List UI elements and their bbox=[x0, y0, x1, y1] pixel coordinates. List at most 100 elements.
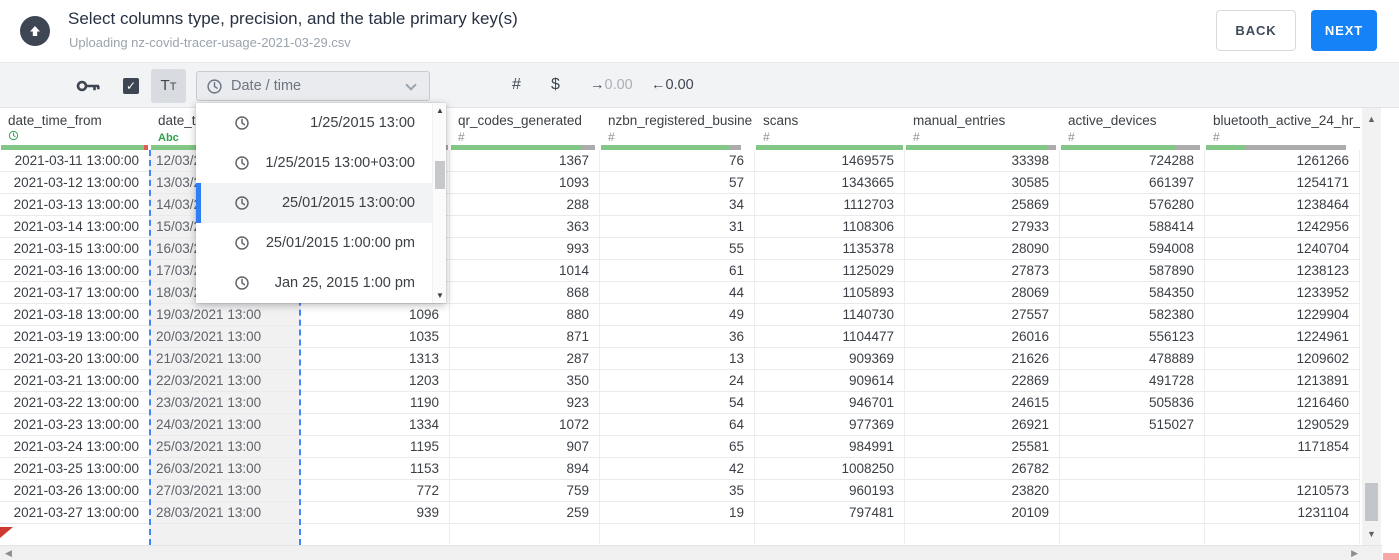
cell[interactable]: 584350 bbox=[1060, 282, 1205, 303]
cell[interactable]: 33398 bbox=[905, 150, 1060, 171]
cell[interactable] bbox=[1060, 480, 1205, 501]
cell[interactable]: 42 bbox=[600, 458, 755, 479]
cell[interactable]: 27/03/2021 13:00 bbox=[150, 480, 300, 501]
cell[interactable]: 259 bbox=[450, 502, 600, 523]
cell[interactable]: 772 bbox=[300, 480, 450, 501]
cell[interactable]: 1153 bbox=[300, 458, 450, 479]
cell[interactable]: 1238123 bbox=[1205, 260, 1360, 281]
cell[interactable]: 26/03/2021 13:00 bbox=[150, 458, 300, 479]
cell[interactable]: 28/03/2021 13:00 bbox=[150, 502, 300, 523]
column-header-date_time_from[interactable]: date_time_from bbox=[0, 108, 150, 145]
cell[interactable]: 21/03/2021 13:00 bbox=[150, 348, 300, 369]
cell[interactable] bbox=[1205, 458, 1360, 479]
cell[interactable]: 939 bbox=[300, 502, 450, 523]
cell[interactable]: 909614 bbox=[755, 370, 905, 391]
cell[interactable]: 505836 bbox=[1060, 392, 1205, 413]
cell[interactable]: 20109 bbox=[905, 502, 1060, 523]
cell[interactable]: 594008 bbox=[1060, 238, 1205, 259]
cell[interactable]: 34 bbox=[600, 194, 755, 215]
cell[interactable]: 61 bbox=[600, 260, 755, 281]
cell[interactable]: 1290529 bbox=[1205, 414, 1360, 435]
cell[interactable]: 1104477 bbox=[755, 326, 905, 347]
cell[interactable]: 44 bbox=[600, 282, 755, 303]
cell[interactable] bbox=[1060, 458, 1205, 479]
currency-type-icon[interactable]: $ bbox=[551, 63, 560, 107]
cell[interactable]: 2021-03-14 13:00:00 bbox=[0, 216, 150, 237]
back-button[interactable]: BACK bbox=[1216, 10, 1296, 51]
cell[interactable]: 2021-03-13 13:00:00 bbox=[0, 194, 150, 215]
cell[interactable]: 868 bbox=[450, 282, 600, 303]
cell[interactable]: 1343665 bbox=[755, 172, 905, 193]
decrease-decimal-icon[interactable]: ←0.00 bbox=[651, 63, 694, 107]
cell[interactable]: 1125029 bbox=[755, 260, 905, 281]
cell[interactable]: 1014 bbox=[450, 260, 600, 281]
cell[interactable]: 923 bbox=[450, 392, 600, 413]
cell[interactable]: 19/03/2021 13:00 bbox=[150, 304, 300, 325]
cell[interactable]: 28069 bbox=[905, 282, 1060, 303]
cell[interactable]: 1203 bbox=[300, 370, 450, 391]
cell[interactable]: 1035 bbox=[300, 326, 450, 347]
cell[interactable]: 28090 bbox=[905, 238, 1060, 259]
cell[interactable]: 491728 bbox=[1060, 370, 1205, 391]
cell[interactable]: 2021-03-20 13:00:00 bbox=[0, 348, 150, 369]
cell[interactable]: 909369 bbox=[755, 348, 905, 369]
boolean-type-checkbox-icon[interactable]: ✓ bbox=[123, 78, 139, 94]
cell[interactable]: 894 bbox=[450, 458, 600, 479]
cell[interactable]: 288 bbox=[450, 194, 600, 215]
next-button[interactable]: NEXT bbox=[1311, 10, 1377, 51]
column-header-bluetooth_active_24_hr_[interactable]: bluetooth_active_24_hr_ # bbox=[1205, 108, 1360, 145]
cell[interactable]: 35 bbox=[600, 480, 755, 501]
dropdown-scrollbar[interactable]: ▲ ▼ bbox=[432, 103, 446, 303]
cell[interactable]: 515027 bbox=[1060, 414, 1205, 435]
cell[interactable]: 2021-03-26 13:00:00 bbox=[0, 480, 150, 501]
cell[interactable]: 19 bbox=[600, 502, 755, 523]
cell[interactable]: 21626 bbox=[905, 348, 1060, 369]
dropdown-scrollbar-thumb[interactable] bbox=[435, 161, 445, 189]
datetime-format-select[interactable]: Date / time bbox=[196, 71, 430, 101]
cell[interactable]: 25581 bbox=[905, 436, 1060, 457]
cell[interactable]: 2021-03-12 13:00:00 bbox=[0, 172, 150, 193]
cell[interactable]: 993 bbox=[450, 238, 600, 259]
horizontal-scrollbar[interactable]: ◀ ▶ bbox=[0, 545, 1382, 560]
cell[interactable]: 23/03/2021 13:00 bbox=[150, 392, 300, 413]
cell[interactable]: 22/03/2021 13:00 bbox=[150, 370, 300, 391]
cell[interactable]: 36 bbox=[600, 326, 755, 347]
cell[interactable]: 1105893 bbox=[755, 282, 905, 303]
cell[interactable]: 1135378 bbox=[755, 238, 905, 259]
cell[interactable]: 984991 bbox=[755, 436, 905, 457]
cell[interactable]: 2021-03-16 13:00:00 bbox=[0, 260, 150, 281]
cell[interactable]: 23820 bbox=[905, 480, 1060, 501]
cell[interactable]: 1195 bbox=[300, 436, 450, 457]
cell[interactable]: 556123 bbox=[1060, 326, 1205, 347]
cell[interactable]: 350 bbox=[450, 370, 600, 391]
scroll-up-icon[interactable]: ▲ bbox=[1362, 114, 1381, 124]
cell[interactable]: 588414 bbox=[1060, 216, 1205, 237]
cell[interactable]: 2021-03-17 13:00:00 bbox=[0, 282, 150, 303]
cell[interactable]: 1093 bbox=[450, 172, 600, 193]
cell[interactable]: 24615 bbox=[905, 392, 1060, 413]
cell[interactable]: 65 bbox=[600, 436, 755, 457]
cell[interactable]: 1238464 bbox=[1205, 194, 1360, 215]
cell[interactable]: 13 bbox=[600, 348, 755, 369]
cell[interactable]: 977369 bbox=[755, 414, 905, 435]
cell[interactable]: 587890 bbox=[1060, 260, 1205, 281]
cell[interactable]: 2021-03-18 13:00:00 bbox=[0, 304, 150, 325]
cell[interactable]: 1171854 bbox=[1205, 436, 1360, 457]
text-type-button[interactable]: TT bbox=[151, 69, 186, 103]
cell[interactable]: 55 bbox=[600, 238, 755, 259]
cell[interactable]: 2021-03-15 13:00:00 bbox=[0, 238, 150, 259]
cell[interactable]: 27873 bbox=[905, 260, 1060, 281]
cell[interactable]: 20/03/2021 13:00 bbox=[150, 326, 300, 347]
cell[interactable]: 2021-03-23 13:00:00 bbox=[0, 414, 150, 435]
dropdown-scroll-down-icon[interactable]: ▼ bbox=[433, 291, 447, 300]
dropdown-item[interactable]: 1/25/2015 13:00+03:00 bbox=[196, 143, 432, 183]
cell[interactable]: 26016 bbox=[905, 326, 1060, 347]
cell[interactable]: 1367 bbox=[450, 150, 600, 171]
cell[interactable]: 661397 bbox=[1060, 172, 1205, 193]
cell[interactable]: 1334 bbox=[300, 414, 450, 435]
dropdown-item[interactable]: 1/25/2015 13:00 bbox=[196, 103, 432, 143]
cell[interactable]: 31 bbox=[600, 216, 755, 237]
dropdown-item[interactable]: 25/01/2015 13:00:00 bbox=[196, 183, 432, 223]
cell[interactable]: 1210573 bbox=[1205, 480, 1360, 501]
cell[interactable]: 478889 bbox=[1060, 348, 1205, 369]
